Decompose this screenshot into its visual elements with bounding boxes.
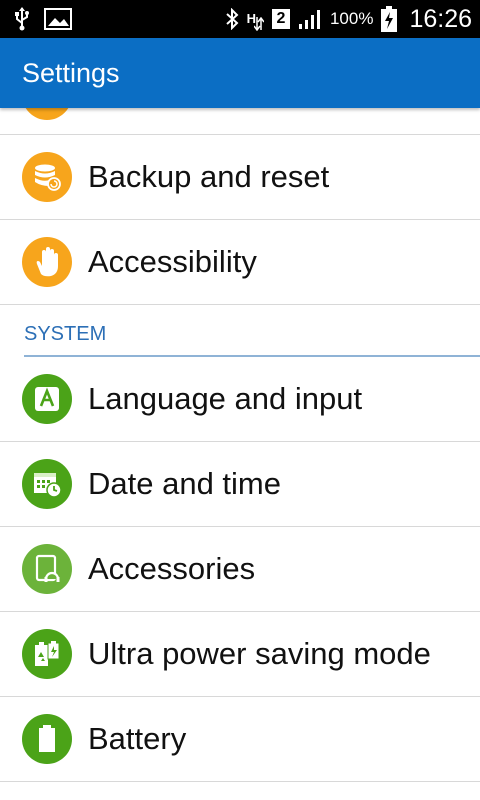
backup-reset-icon	[22, 152, 72, 202]
list-item-backup-reset[interactable]: Backup and reset	[0, 135, 480, 220]
network-h-icon: H	[247, 7, 264, 31]
item-label: Backup and reset	[88, 159, 330, 194]
list-item-battery[interactable]: Battery	[0, 697, 480, 782]
battery-charging-icon	[381, 6, 398, 32]
list-item-language-input[interactable]: Language and input	[0, 357, 480, 442]
status-bar: H 2 100% 16:26	[0, 0, 480, 38]
signal-icon	[298, 8, 322, 30]
bluetooth-icon	[225, 8, 239, 30]
list-item-accessories[interactable]: Accessories	[0, 527, 480, 612]
battery-percent: 100%	[329, 9, 374, 28]
app-bar: Settings	[0, 38, 480, 108]
list-item-partial[interactable]	[0, 108, 480, 135]
battery-icon	[22, 714, 72, 764]
item-label: Battery	[88, 721, 187, 756]
item-label: Language and input	[88, 381, 363, 416]
item-label: Accessories	[88, 551, 256, 586]
power-saving-icon	[22, 629, 72, 679]
item-label: Accessibility	[88, 244, 257, 279]
list-item-date-time[interactable]: Date and time	[0, 442, 480, 527]
accessories-icon	[22, 544, 72, 594]
language-icon	[22, 374, 72, 424]
list-item-accessibility[interactable]: Accessibility	[0, 220, 480, 305]
item-label: Ultra power saving mode	[88, 636, 431, 671]
sim-icon: 2	[271, 9, 290, 29]
settings-list: Backup and reset Accessibility SYSTEM La…	[0, 108, 480, 782]
section-divider	[24, 355, 480, 357]
page-title: Settings	[22, 57, 120, 88]
usb-icon	[14, 7, 30, 31]
list-item-ultra-power-saving[interactable]: Ultra power saving mode	[0, 612, 480, 697]
clock: 16:26	[409, 4, 472, 33]
hand-icon	[22, 237, 72, 287]
partial-item-icon	[22, 108, 72, 120]
item-label: Date and time	[88, 466, 281, 501]
calendar-clock-icon	[22, 459, 72, 509]
section-title: SYSTEM	[24, 323, 107, 345]
section-header-system: SYSTEM	[0, 305, 480, 357]
image-icon	[44, 8, 72, 30]
